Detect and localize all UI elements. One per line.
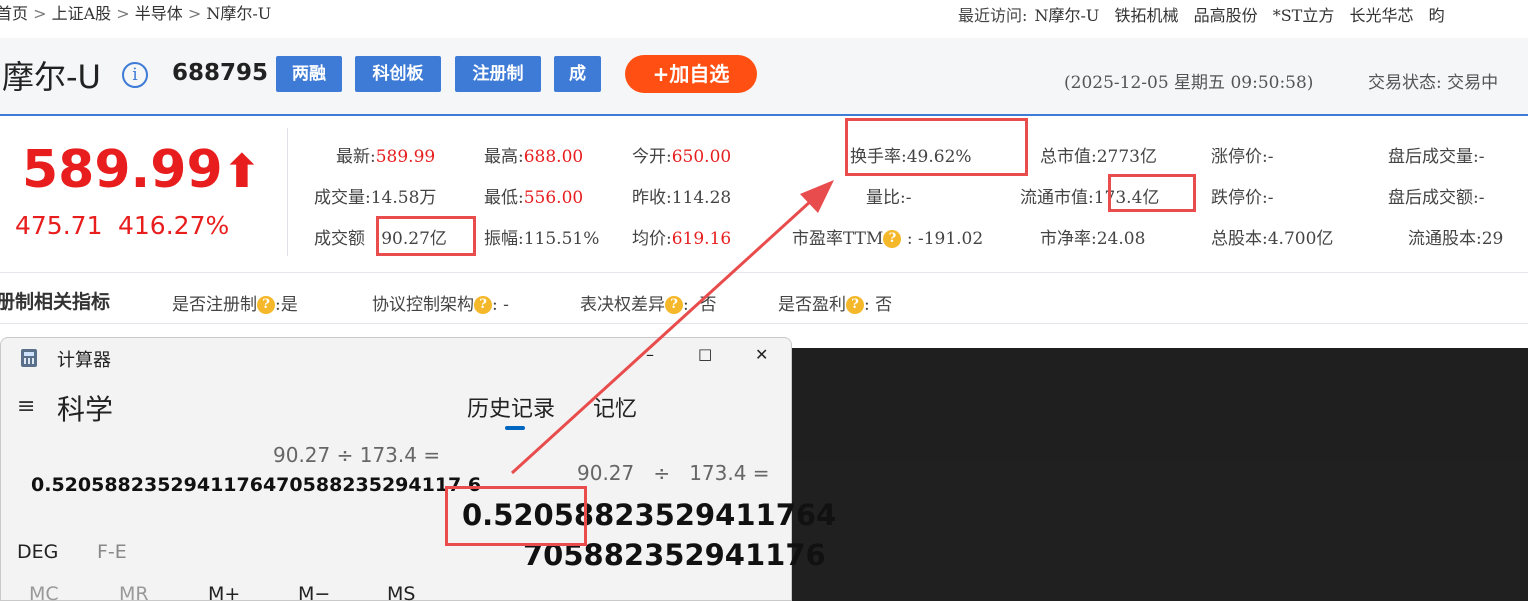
annotation-arrow bbox=[510, 180, 834, 475]
